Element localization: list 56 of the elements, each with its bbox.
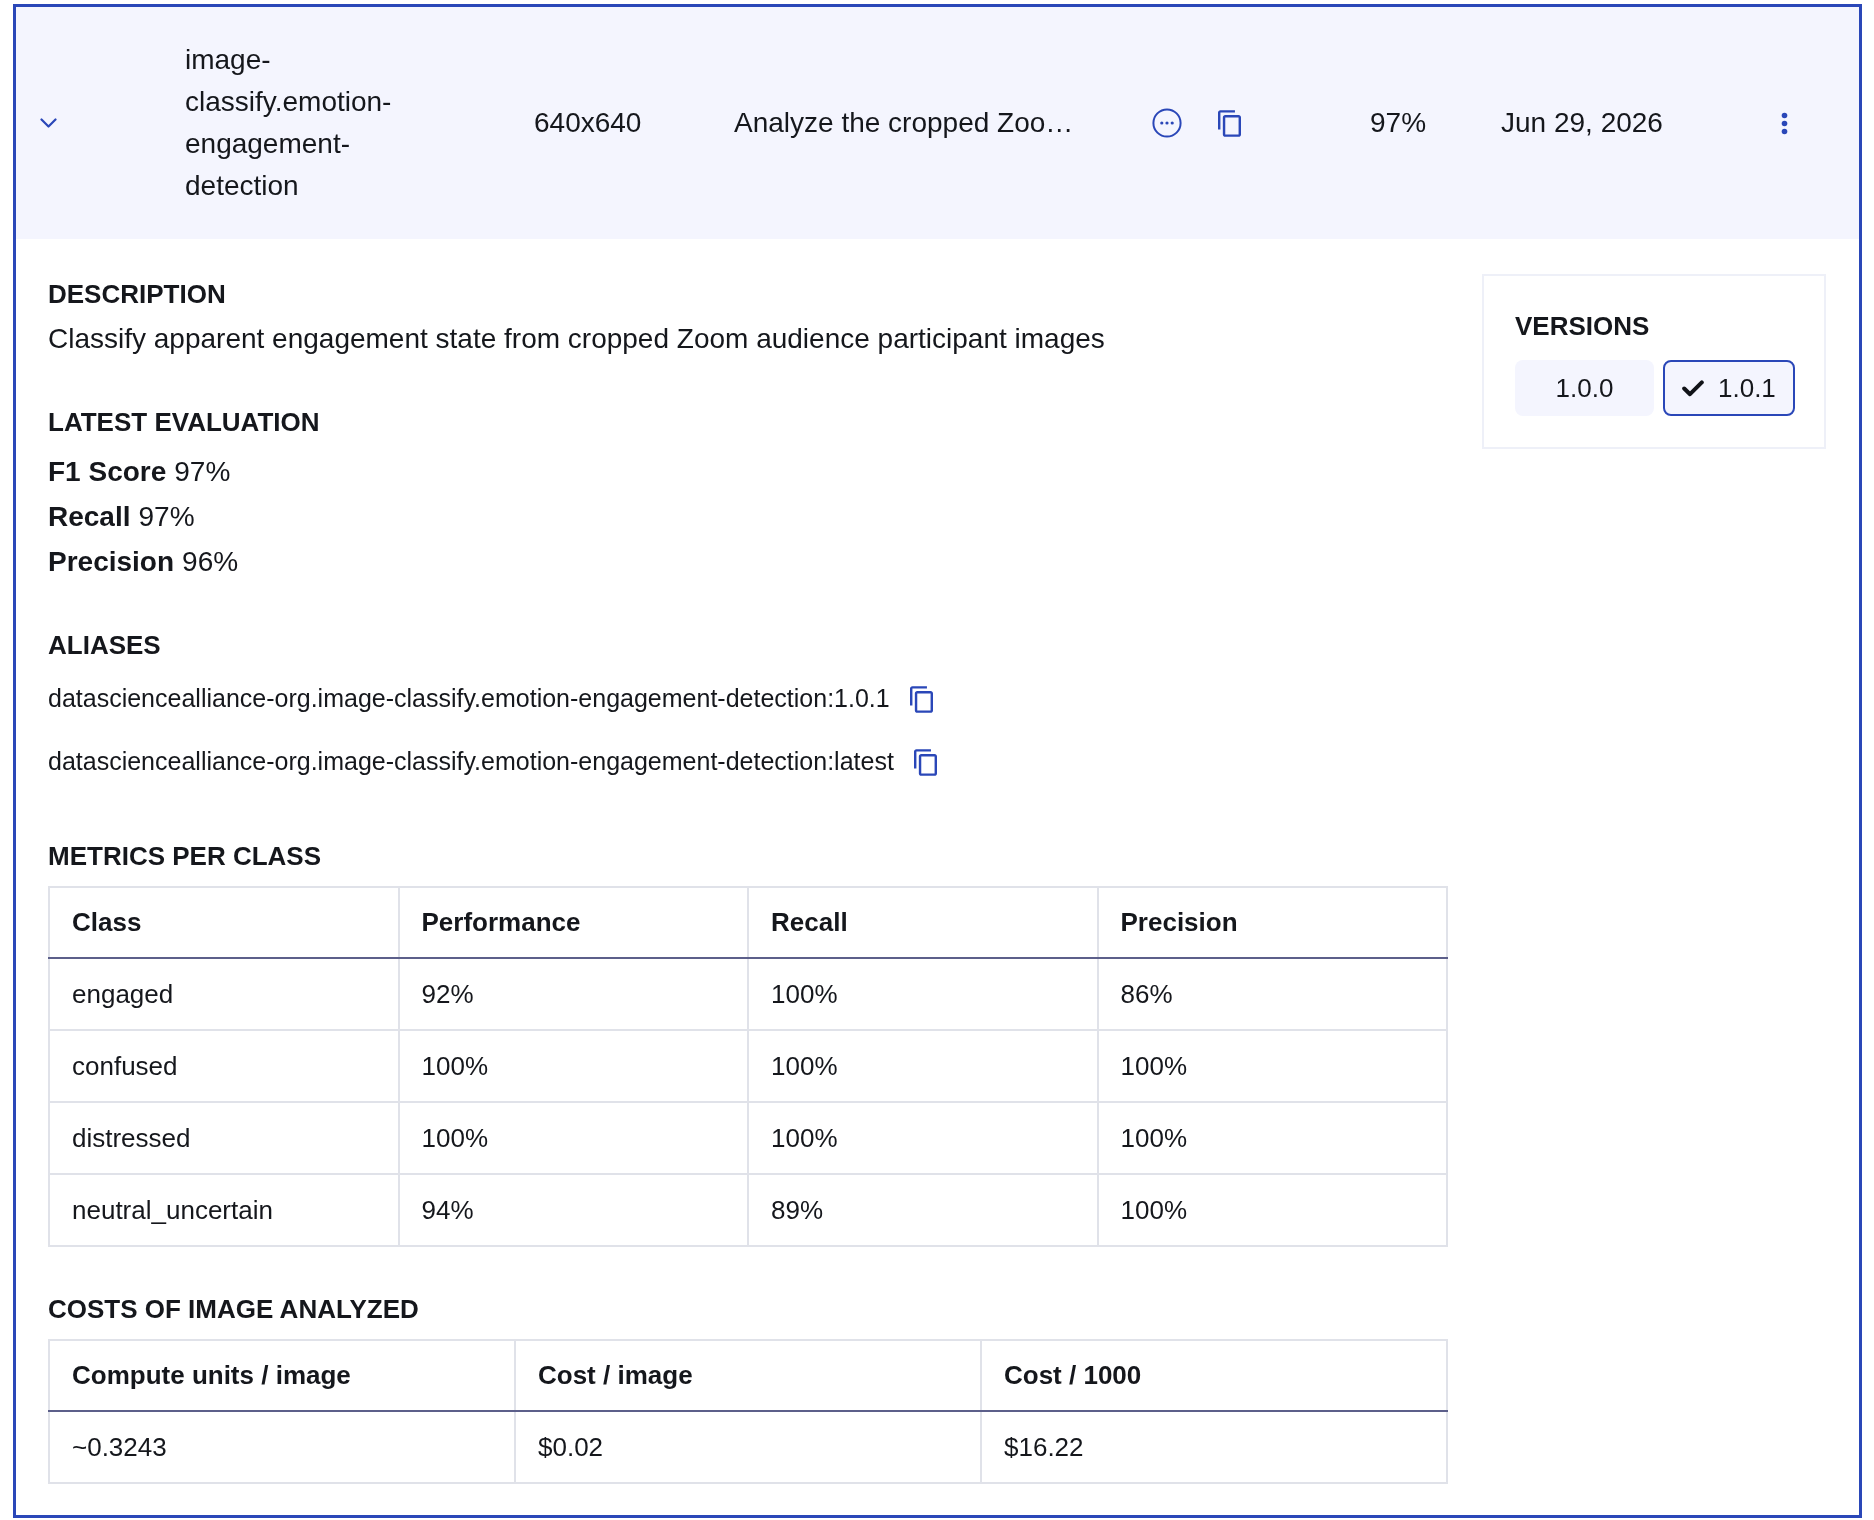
copy-icon[interactable] [1218, 109, 1241, 137]
table-cell: 86% [1097, 958, 1447, 1030]
table-cell: 94% [398, 1174, 748, 1246]
metric-value: 96% [182, 544, 239, 579]
version-button[interactable]: 1.0.1 [1663, 360, 1795, 416]
section-heading: LATEST EVALUATION [48, 406, 320, 439]
copy-icon[interactable] [909, 685, 933, 713]
metric-value: 97% [138, 499, 195, 534]
section-heading: DESCRIPTION [48, 278, 226, 311]
copy-icon[interactable] [913, 748, 937, 776]
metric-label: F1 Score [48, 454, 167, 489]
table-cell: 100% [748, 958, 1098, 1030]
column-header: Recall [748, 887, 1098, 958]
ellipsis-circle-icon[interactable] [1152, 108, 1182, 138]
description-text: Classify apparent engagement state from cropped Zoom audience participant images [48, 322, 1105, 356]
column-header: Precision [1097, 887, 1447, 958]
resolution-text: 640x640 [534, 107, 642, 138]
checkmark-icon [1682, 379, 1704, 397]
alias-text: datasciencealliance-org.image-classify.emotion-engagement-detection:1.0.1 [48, 683, 890, 715]
more-options-icon[interactable] [1781, 111, 1788, 135]
table-cell: 100% [748, 1102, 1098, 1174]
table-cell: 100% [1097, 1174, 1447, 1246]
column-header: Performance [398, 887, 748, 958]
metric-label: Precision [48, 544, 175, 579]
column-header: Class [49, 887, 399, 958]
model-name: image-classify.emotion-engagement-detection [185, 43, 393, 203]
table-cell: 100% [1097, 1102, 1447, 1174]
column-header: Cost / image [515, 1340, 981, 1411]
table-cell: confused [49, 1030, 399, 1102]
section-heading: ALIASES [48, 629, 161, 662]
table-cell: 92% [398, 958, 748, 1030]
version-button[interactable]: 1.0.0 [1515, 360, 1654, 416]
column-header: Cost / 1000 [981, 1340, 1447, 1411]
chevron-down-icon[interactable] [40, 118, 57, 128]
table-cell: $0.02 [515, 1411, 981, 1483]
table-cell: distressed [49, 1102, 399, 1174]
table-cell: engaged [49, 958, 399, 1030]
score-text: 97% [1370, 107, 1427, 138]
table-cell: 100% [398, 1030, 748, 1102]
table-cell: 100% [398, 1102, 748, 1174]
section-heading: COSTS OF IMAGE ANALYZED [48, 1293, 419, 1326]
table-cell: neutral_uncertain [49, 1174, 399, 1246]
table-cell: 100% [1097, 1030, 1447, 1102]
table-cell: ~0.3243 [49, 1411, 515, 1483]
metric-value: 97% [174, 454, 231, 489]
table-cell: 89% [748, 1174, 1098, 1246]
prompt-text: Analyze the cropped Zoo… [734, 107, 1074, 138]
section-heading: METRICS PER CLASS [48, 840, 322, 873]
metric-label: Recall [48, 499, 131, 534]
table-cell: $16.22 [981, 1411, 1447, 1483]
table-cell: 100% [748, 1030, 1098, 1102]
alias-text: datasciencealliance-org.image-classify.emotion-engagement-detection:latest [48, 746, 894, 778]
date-text: Jun 29, 2026 [1501, 106, 1663, 140]
model-row[interactable]: image-classify.emotion-engagement-detection 640x640 Analyze the cropped Zoo… 97% Jun 29, 2026 [16, 7, 1859, 239]
section-heading: VERSIONS [1515, 310, 1650, 343]
column-header: Compute units / image [49, 1340, 515, 1411]
